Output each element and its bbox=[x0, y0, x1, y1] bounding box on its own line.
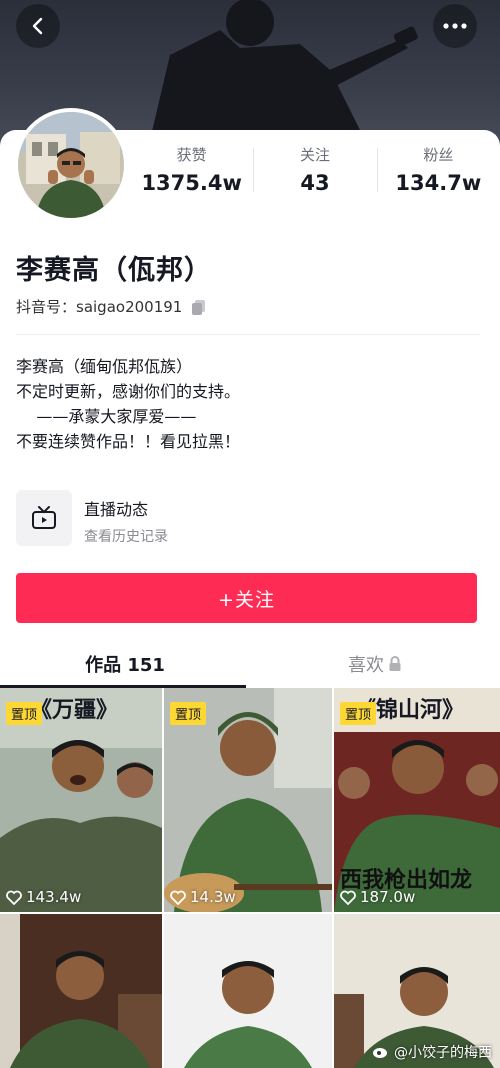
pinned-badge: 置顶 bbox=[340, 702, 377, 725]
douyin-id-row[interactable]: 抖音号：saigao200191 bbox=[16, 296, 208, 317]
profile-name: 李赛高（佤邦） bbox=[16, 255, 212, 286]
video-likes: 187.0w bbox=[340, 888, 415, 906]
tv-icon bbox=[32, 506, 56, 529]
profile-stats: 获赞 1375.4w 关注 43 粉丝 134.7w bbox=[130, 140, 500, 200]
likes-count: 143.4w bbox=[26, 888, 82, 906]
stat-value: 134.7w bbox=[395, 171, 482, 195]
video-grid: 《万疆》 置顶 143.4w 置顶 14.3w 《锦山河》 西我枪出如龙 置顶 … bbox=[0, 688, 500, 1068]
profile-bio: 李赛高（缅甸佤邦佤族） 不定时更新，感谢你们的支持。 ——承蒙大家厚爱—— 不要… bbox=[16, 354, 240, 454]
heart-icon bbox=[170, 890, 186, 905]
stat-value: 1375.4w bbox=[141, 171, 242, 195]
more-button[interactable] bbox=[433, 4, 477, 48]
tab-label: 喜欢 bbox=[348, 655, 384, 676]
live-title[interactable]: 直播动态 bbox=[84, 496, 148, 520]
pinned-badge: 置顶 bbox=[6, 702, 43, 725]
heart-icon bbox=[340, 890, 356, 905]
bio-line: ——承蒙大家厚爱—— bbox=[16, 407, 197, 426]
stat-likes[interactable]: 获赞 1375.4w bbox=[130, 140, 253, 200]
live-entry-icon-box[interactable] bbox=[16, 490, 72, 546]
stat-label: 获赞 bbox=[176, 146, 207, 164]
video-likes: 143.4w bbox=[6, 888, 81, 906]
video-caption: 《万疆》 bbox=[30, 697, 119, 723]
tab-label: 作品 151 bbox=[85, 655, 165, 676]
video-tile[interactable]: 《万疆》 置顶 143.4w bbox=[0, 688, 162, 912]
douyin-id: 抖音号：saigao200191 bbox=[16, 298, 183, 316]
bio-line: 不要连续赞作品！！看见拉黑！ bbox=[16, 432, 241, 451]
lock-icon bbox=[389, 656, 401, 671]
stat-following[interactable]: 关注 43 bbox=[253, 140, 376, 200]
avatar-image bbox=[18, 112, 124, 218]
video-tile[interactable]: 置顶 14.3w bbox=[164, 688, 332, 912]
video-tile[interactable] bbox=[0, 914, 162, 1068]
divider bbox=[16, 334, 480, 335]
stat-value: 43 bbox=[300, 171, 330, 195]
avatar[interactable] bbox=[14, 108, 128, 222]
weibo-icon bbox=[373, 1048, 387, 1058]
video-thumbnail bbox=[164, 914, 332, 1068]
heart-icon bbox=[6, 890, 22, 905]
watermark: @小饺子的梅西 bbox=[372, 1042, 492, 1062]
tab-likes[interactable]: 喜欢 bbox=[250, 640, 500, 688]
bio-line: 不定时更新，感谢你们的支持。 bbox=[16, 382, 241, 401]
watermark-text: @小饺子的梅西 bbox=[394, 1045, 492, 1061]
pinned-badge: 置顶 bbox=[170, 702, 207, 725]
chevron-left-icon bbox=[32, 17, 43, 35]
content-tabs: 作品 151 喜欢 bbox=[0, 640, 500, 688]
stat-label: 粉丝 bbox=[423, 146, 454, 164]
bio-line: 李赛高（缅甸佤邦佤族） bbox=[16, 357, 193, 376]
likes-count: 14.3w bbox=[190, 888, 236, 906]
more-dots-icon bbox=[443, 23, 467, 29]
follow-button[interactable]: +关注 bbox=[16, 573, 477, 623]
video-likes: 14.3w bbox=[170, 888, 236, 906]
stat-followers[interactable]: 粉丝 134.7w bbox=[376, 140, 500, 200]
tab-works[interactable]: 作品 151 bbox=[0, 640, 250, 688]
video-thumbnail bbox=[0, 914, 162, 1068]
back-button[interactable] bbox=[16, 4, 60, 48]
live-subtitle[interactable]: 查看历史记录 bbox=[84, 526, 168, 546]
stat-label: 关注 bbox=[299, 146, 330, 164]
likes-count: 187.0w bbox=[360, 888, 416, 906]
video-tile[interactable]: 《锦山河》 西我枪出如龙 置顶 187.0w bbox=[334, 688, 500, 912]
video-tile[interactable] bbox=[164, 914, 332, 1068]
copy-icon[interactable] bbox=[190, 298, 208, 316]
